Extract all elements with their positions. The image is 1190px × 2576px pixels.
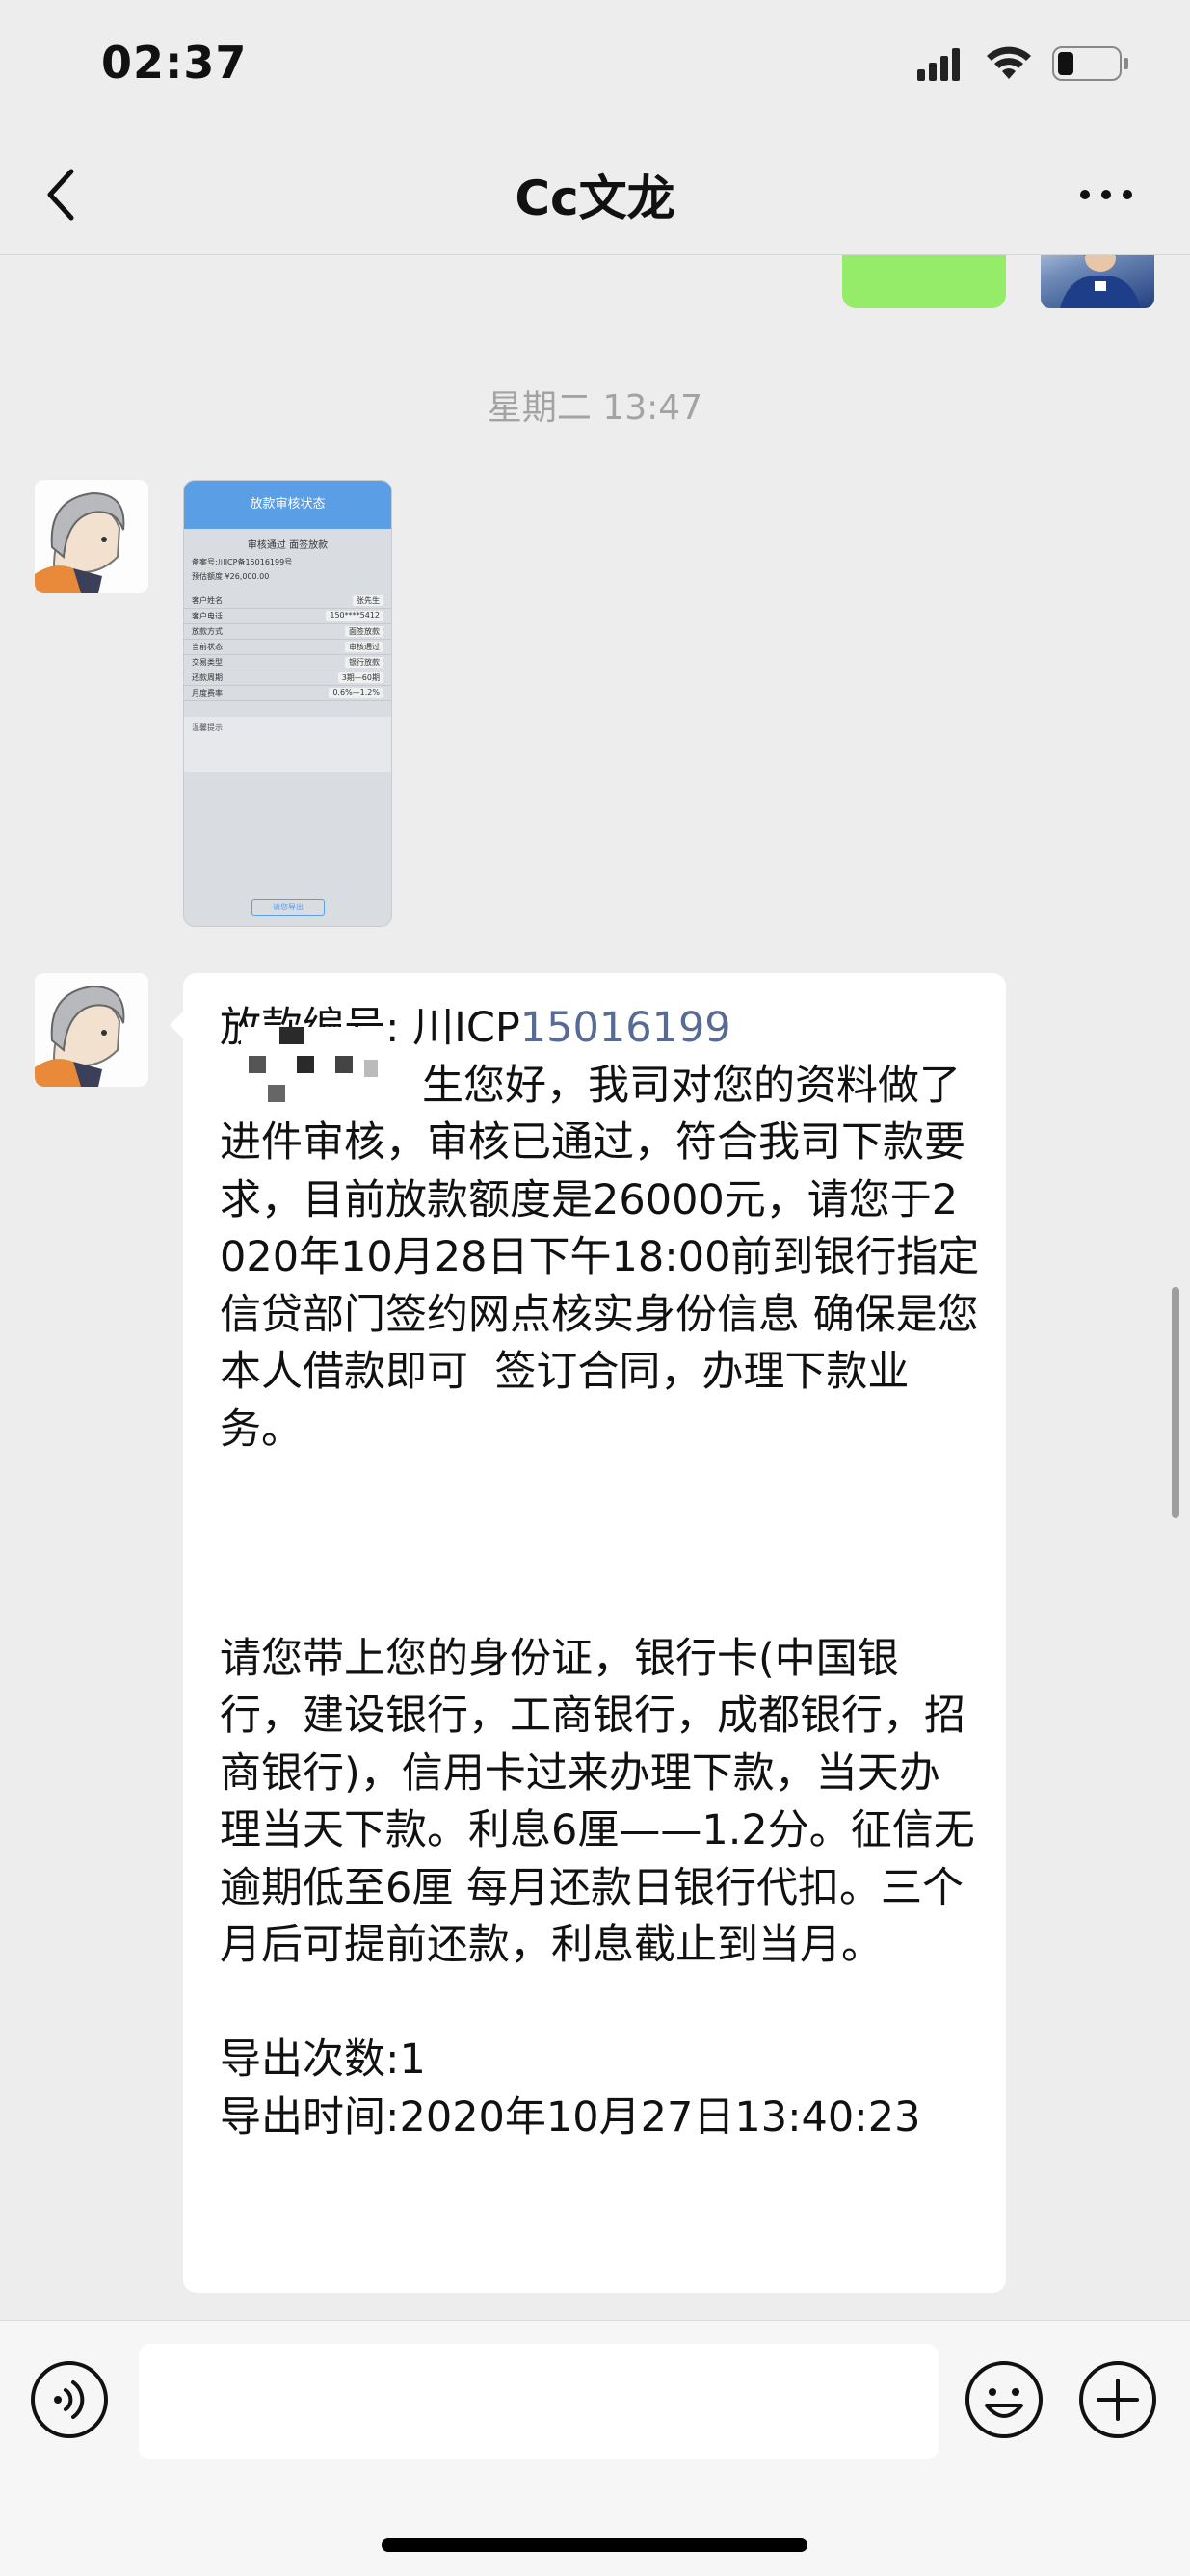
message-timestamp: 星期二 13:47	[487, 388, 703, 428]
image-row-value: 3期—60期	[337, 672, 383, 683]
image-row-value: 面签放款	[345, 626, 383, 637]
status-bar: 02:37	[0, 0, 1190, 135]
self-avatar-image	[1060, 254, 1141, 308]
input-bar	[0, 2320, 1190, 2576]
chat-scrollbar[interactable]	[1172, 1287, 1179, 1518]
image-row-value: 审核通过	[345, 642, 383, 652]
image-row: 当前状态 审核通过	[184, 640, 391, 655]
more-icon[interactable]	[1077, 185, 1135, 204]
image-row-label: 当前状态	[192, 643, 223, 651]
contact-avatar-image	[35, 480, 148, 593]
image-row: 放款方式 面签放款	[184, 624, 391, 640]
wifi-icon	[987, 46, 1031, 79]
image-header: 放款审核状态	[184, 481, 391, 529]
image-row-value: 张先生	[353, 595, 383, 606]
image-row-label: 还款周期	[192, 673, 223, 682]
image-row-value: 0.6%—1.2%	[329, 688, 383, 698]
contact-avatar[interactable]	[35, 480, 148, 593]
image-row: 客户电话 150****5412	[184, 609, 391, 624]
contact-avatar[interactable]	[35, 973, 148, 1087]
message-body: 生您好，我司对您的资料做了进件审核，审核已通过，符合我司下款要求，目前放款额度是…	[220, 1061, 980, 2142]
voice-icon[interactable]	[29, 2359, 110, 2440]
battery-icon	[1052, 46, 1128, 81]
self-avatar[interactable]	[1041, 254, 1154, 308]
image-row-label: 放款方式	[192, 627, 223, 636]
plus-icon[interactable]	[1077, 2359, 1158, 2440]
image-row-value: 150****5412	[326, 611, 383, 621]
image-tips-title: 温馨提示	[192, 723, 223, 732]
image-row: 还款周期 3期—60期	[184, 670, 391, 686]
image-amount-row: 预估额度 ¥26,000.00	[184, 569, 391, 584]
image-tips: 温馨提示	[184, 717, 391, 772]
image-row: 交易类型 银行放款	[184, 655, 391, 670]
home-indicator[interactable]	[382, 2538, 807, 2552]
contact-avatar-image	[35, 973, 148, 1087]
image-row-value: 银行放款	[345, 657, 383, 668]
bubble-arrow	[170, 1012, 183, 1038]
image-row: 月度费率 0.6%—1.2%	[184, 686, 391, 701]
message-number-link[interactable]: 15016199	[520, 1004, 731, 1052]
sent-message-bubble[interactable]: 好的	[842, 254, 1006, 308]
image-amount-label: 预估额度	[192, 572, 223, 581]
image-row-label: 客户姓名	[192, 596, 223, 605]
message-input[interactable]	[139, 2344, 939, 2459]
image-message[interactable]: 放款审核状态 审核通过 面签放款 备案号:川ICP备15016199号 预估额度…	[183, 480, 392, 927]
emoji-icon[interactable]	[964, 2359, 1045, 2440]
image-row-label: 月度费率	[192, 689, 223, 697]
image-amount: ¥26,000.00	[225, 572, 270, 581]
chat-title: Cc文龙	[515, 171, 675, 226]
image-export-button: 请您导出	[251, 899, 325, 916]
status-time: 02:37	[101, 37, 248, 89]
image-row-label: 客户电话	[192, 612, 223, 620]
message-text: 放款编号: 川ICP15016199 生您好，我司对您的资料做了进件审核，审核已…	[220, 1000, 981, 2146]
image-row: 客户姓名 张先生	[184, 593, 391, 609]
nav-bar: Cc文龙	[0, 135, 1190, 255]
chat-area: 好的 星期二 13:47 放款审核状态 审核通过 面签放款 备案号:川ICP备1…	[0, 254, 1190, 2320]
image-record: 备案号:川ICP备15016199号	[192, 558, 293, 566]
text-message-bubble[interactable]: 放款编号: 川ICP15016199 生您好，我司对您的资料做了进件审核，审核已…	[170, 973, 1006, 2293]
image-row-label: 交易类型	[192, 658, 223, 667]
privacy-mosaic	[241, 1027, 385, 1102]
signal-icon	[917, 48, 960, 81]
image-sub: 审核通过 面签放款	[247, 540, 329, 551]
